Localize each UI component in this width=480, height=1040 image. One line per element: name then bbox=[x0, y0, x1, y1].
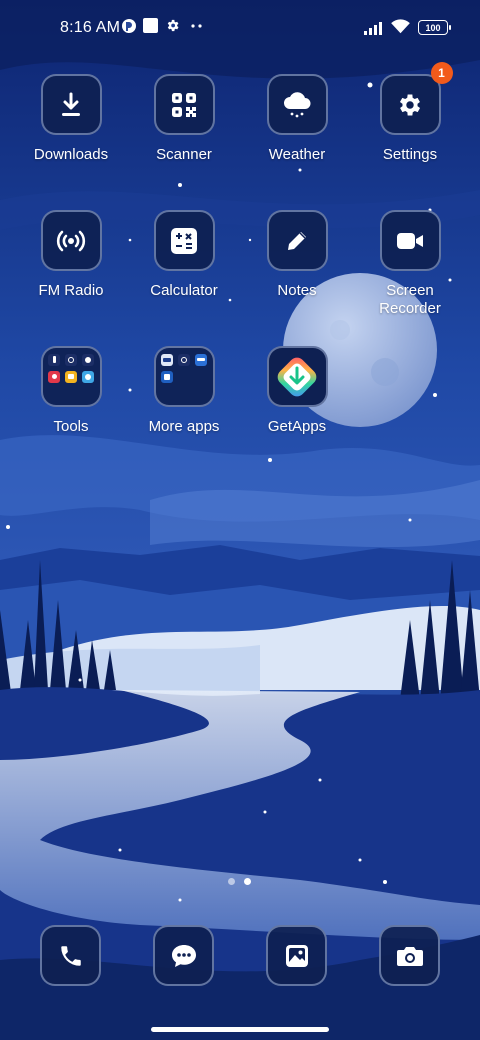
app-weather[interactable]: Weather bbox=[237, 74, 357, 164]
app-fm-radio[interactable]: FM Radio bbox=[11, 210, 131, 300]
weather-cloud-icon bbox=[266, 74, 328, 135]
app-label: Scanner bbox=[156, 146, 212, 163]
gallery-icon bbox=[285, 944, 308, 967]
more-dots-icon bbox=[191, 24, 203, 28]
dock-messages-button[interactable] bbox=[153, 925, 214, 986]
gear-icon: 1 bbox=[379, 62, 453, 135]
mini-app-icon bbox=[161, 353, 173, 366]
page-dot bbox=[228, 878, 235, 885]
pencil-icon bbox=[266, 210, 328, 271]
signal-icon bbox=[364, 20, 386, 35]
download-icon bbox=[40, 74, 102, 135]
video-camera-icon bbox=[379, 210, 441, 271]
message-bubble-icon bbox=[171, 944, 196, 967]
app-label: Settings bbox=[382, 146, 438, 163]
dock-camera-button[interactable] bbox=[379, 925, 440, 986]
home-indicator[interactable] bbox=[151, 1027, 329, 1032]
mini-app-icon bbox=[65, 370, 77, 383]
gear-notification-icon bbox=[165, 18, 180, 33]
dock-gallery-button[interactable] bbox=[266, 925, 327, 986]
folder-icon bbox=[40, 346, 102, 407]
app-settings[interactable]: 1 Settings bbox=[350, 62, 470, 164]
app-label: Downloads bbox=[33, 146, 109, 163]
dock-phone-button[interactable] bbox=[40, 925, 101, 986]
folder-icon bbox=[153, 346, 215, 407]
app-scanner[interactable]: Scanner bbox=[124, 74, 244, 164]
mini-app-icon bbox=[48, 353, 60, 366]
page-indicator bbox=[228, 878, 251, 885]
app-label: Weather bbox=[268, 146, 326, 163]
phone-icon bbox=[60, 945, 81, 966]
getapps-icon bbox=[266, 346, 328, 407]
square-notification-icon bbox=[143, 18, 158, 33]
app-getapps[interactable]: GetApps bbox=[237, 346, 357, 436]
app-label: GetApps bbox=[267, 418, 327, 435]
mini-app-icon bbox=[195, 353, 207, 366]
radio-icon bbox=[40, 210, 102, 271]
app-label: Calculator bbox=[150, 282, 218, 299]
mini-app-icon bbox=[178, 353, 190, 366]
folder-more-apps[interactable]: More apps bbox=[124, 346, 244, 436]
mini-app-icon bbox=[82, 353, 94, 366]
mini-app-icon bbox=[82, 370, 94, 383]
page-dot-active bbox=[244, 878, 251, 885]
folder-tools[interactable]: Tools bbox=[11, 346, 131, 436]
mini-app-icon bbox=[48, 370, 60, 383]
mini-app-icon bbox=[65, 353, 77, 366]
app-label: Tools bbox=[53, 418, 89, 435]
camera-icon bbox=[396, 946, 423, 966]
app-calculator[interactable]: Calculator bbox=[124, 210, 244, 300]
status-time: 8:16 AM bbox=[60, 19, 121, 36]
app-downloads[interactable]: Downloads bbox=[11, 74, 131, 164]
wifi-icon bbox=[390, 18, 411, 35]
app-label: FM Radio bbox=[38, 282, 104, 299]
app-notes[interactable]: Notes bbox=[237, 210, 357, 300]
app-label: Notes bbox=[277, 282, 317, 299]
qr-scanner-icon bbox=[153, 74, 215, 135]
status-bar: 8:16 AM 100 bbox=[0, 0, 480, 56]
assistant-icon bbox=[121, 18, 137, 34]
app-label: More apps bbox=[148, 418, 220, 435]
app-screen-recorder[interactable]: Screen Recorder bbox=[350, 210, 470, 318]
calculator-icon bbox=[153, 210, 215, 271]
mini-app-icon bbox=[161, 370, 173, 383]
battery-icon: 100 bbox=[418, 20, 451, 35]
app-label: Screen Recorder bbox=[379, 282, 441, 317]
notification-badge: 1 bbox=[430, 62, 453, 84]
